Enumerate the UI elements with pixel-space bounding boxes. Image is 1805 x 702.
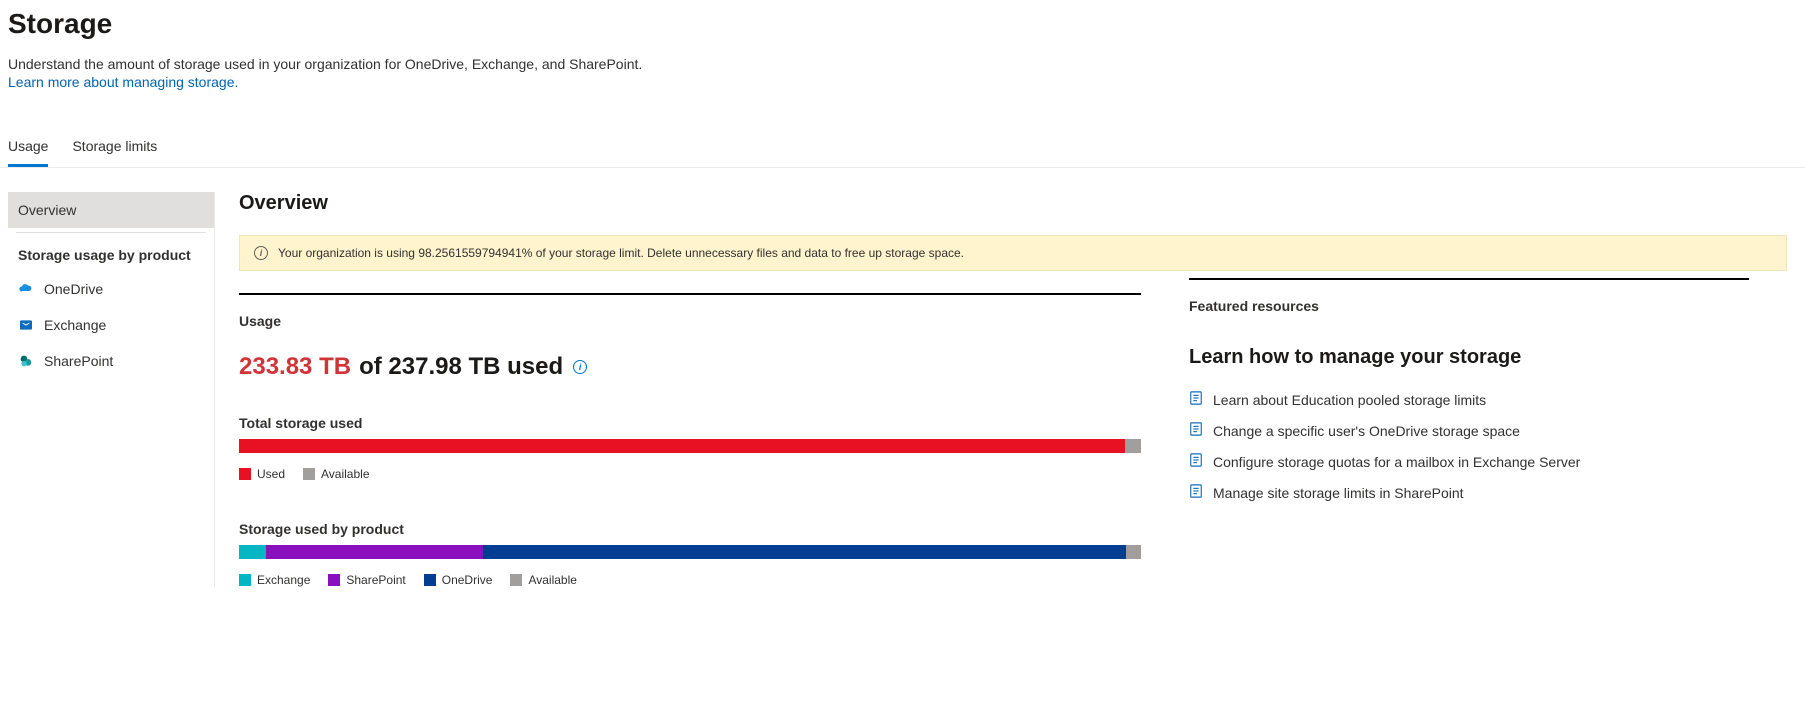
resource-link-1[interactable]: Change a specific user's OneDrive storag… xyxy=(1189,422,1749,439)
legend-label: Used xyxy=(257,467,285,481)
document-icon xyxy=(1189,391,1203,408)
legend-swatch xyxy=(239,574,251,586)
exchange-icon xyxy=(18,317,34,333)
usage-used-value: 233.83 TB xyxy=(239,353,351,381)
sidebar-item-exchange[interactable]: Exchange xyxy=(8,307,214,343)
banner-text: Your organization is using 98.2561559794… xyxy=(278,246,964,260)
legend-label: OneDrive xyxy=(442,573,493,587)
legend-item-exchange: Exchange xyxy=(239,573,310,587)
document-icon xyxy=(1189,453,1203,470)
resource-link-text: Configure storage quotas for a mailbox i… xyxy=(1213,454,1580,470)
total-storage-legend: Used Available xyxy=(239,467,1141,481)
bar-segment-used xyxy=(239,439,1125,453)
learn-more-link[interactable]: Learn more about managing storage. xyxy=(8,74,238,90)
sidebar-item-overview[interactable]: Overview xyxy=(8,192,214,228)
legend-label: Available xyxy=(321,467,369,481)
bar-segment-available xyxy=(1125,439,1141,453)
document-icon xyxy=(1189,484,1203,501)
page-description: Understand the amount of storage used in… xyxy=(8,56,1797,72)
sidebar-item-onedrive[interactable]: OneDrive xyxy=(8,271,214,307)
usage-summary: 233.83 TB of 237.98 TB used i xyxy=(239,353,1141,381)
bar-segment-sharepoint xyxy=(266,545,482,559)
legend-swatch xyxy=(424,574,436,586)
section-divider xyxy=(239,293,1141,295)
sidebar-section-heading: Storage usage by product xyxy=(8,239,214,271)
resource-link-2[interactable]: Configure storage quotas for a mailbox i… xyxy=(1189,453,1749,470)
info-icon[interactable]: i xyxy=(573,360,587,374)
resources-list: Learn about Education pooled storage lim… xyxy=(1189,391,1749,501)
page-title: Storage xyxy=(8,8,1797,40)
total-storage-bar xyxy=(239,439,1141,453)
section-divider xyxy=(1189,278,1749,280)
info-icon: i xyxy=(254,246,268,260)
resource-link-0[interactable]: Learn about Education pooled storage lim… xyxy=(1189,391,1749,408)
product-storage-legend: Exchange SharePoint OneDrive Available xyxy=(239,573,1141,587)
bar-segment-exchange xyxy=(239,545,266,559)
resources-heading: Featured resources xyxy=(1189,298,1749,314)
overview-heading: Overview xyxy=(239,192,1141,215)
resource-link-text: Manage site storage limits in SharePoint xyxy=(1213,485,1464,501)
divider xyxy=(0,167,1805,168)
sidebar-item-label: SharePoint xyxy=(44,353,113,369)
legend-swatch xyxy=(328,574,340,586)
legend-swatch xyxy=(510,574,522,586)
sidebar-item-label: Exchange xyxy=(44,317,106,333)
legend-swatch xyxy=(303,468,315,480)
legend-label: Exchange xyxy=(257,573,310,587)
sidebar-divider xyxy=(16,232,206,233)
legend-item-onedrive: OneDrive xyxy=(424,573,493,587)
sidebar-item-label: OneDrive xyxy=(44,281,103,297)
bar-segment-onedrive xyxy=(483,545,1126,559)
product-storage-bar xyxy=(239,545,1141,559)
tab-bar: Usage Storage limits xyxy=(0,138,1805,167)
legend-label: SharePoint xyxy=(346,573,405,587)
tab-usage[interactable]: Usage xyxy=(8,138,48,167)
onedrive-icon xyxy=(18,281,34,297)
sharepoint-icon xyxy=(18,353,34,369)
sidebar-item-sharepoint[interactable]: SharePoint xyxy=(8,343,214,379)
legend-item-available: Available xyxy=(510,573,576,587)
legend-item-available: Available xyxy=(303,467,369,481)
document-icon xyxy=(1189,422,1203,439)
chart-product-label: Storage used by product xyxy=(239,521,1141,537)
tab-storage-limits[interactable]: Storage limits xyxy=(72,138,157,167)
resource-link-text: Learn about Education pooled storage lim… xyxy=(1213,392,1486,408)
usage-total-text: of 237.98 TB used xyxy=(359,353,563,381)
resource-link-text: Change a specific user's OneDrive storag… xyxy=(1213,423,1520,439)
sidebar-item-label: Overview xyxy=(18,202,76,218)
bar-segment-available xyxy=(1126,545,1141,559)
legend-swatch xyxy=(239,468,251,480)
usage-subheading: Usage xyxy=(239,313,1141,329)
resource-link-3[interactable]: Manage site storage limits in SharePoint xyxy=(1189,484,1749,501)
chart-total-label: Total storage used xyxy=(239,415,1141,431)
resources-subheading: Learn how to manage your storage xyxy=(1189,346,1749,369)
legend-item-sharepoint: SharePoint xyxy=(328,573,405,587)
legend-label: Available xyxy=(528,573,576,587)
sidebar: Overview Storage usage by product OneDri… xyxy=(0,192,215,587)
legend-item-used: Used xyxy=(239,467,285,481)
